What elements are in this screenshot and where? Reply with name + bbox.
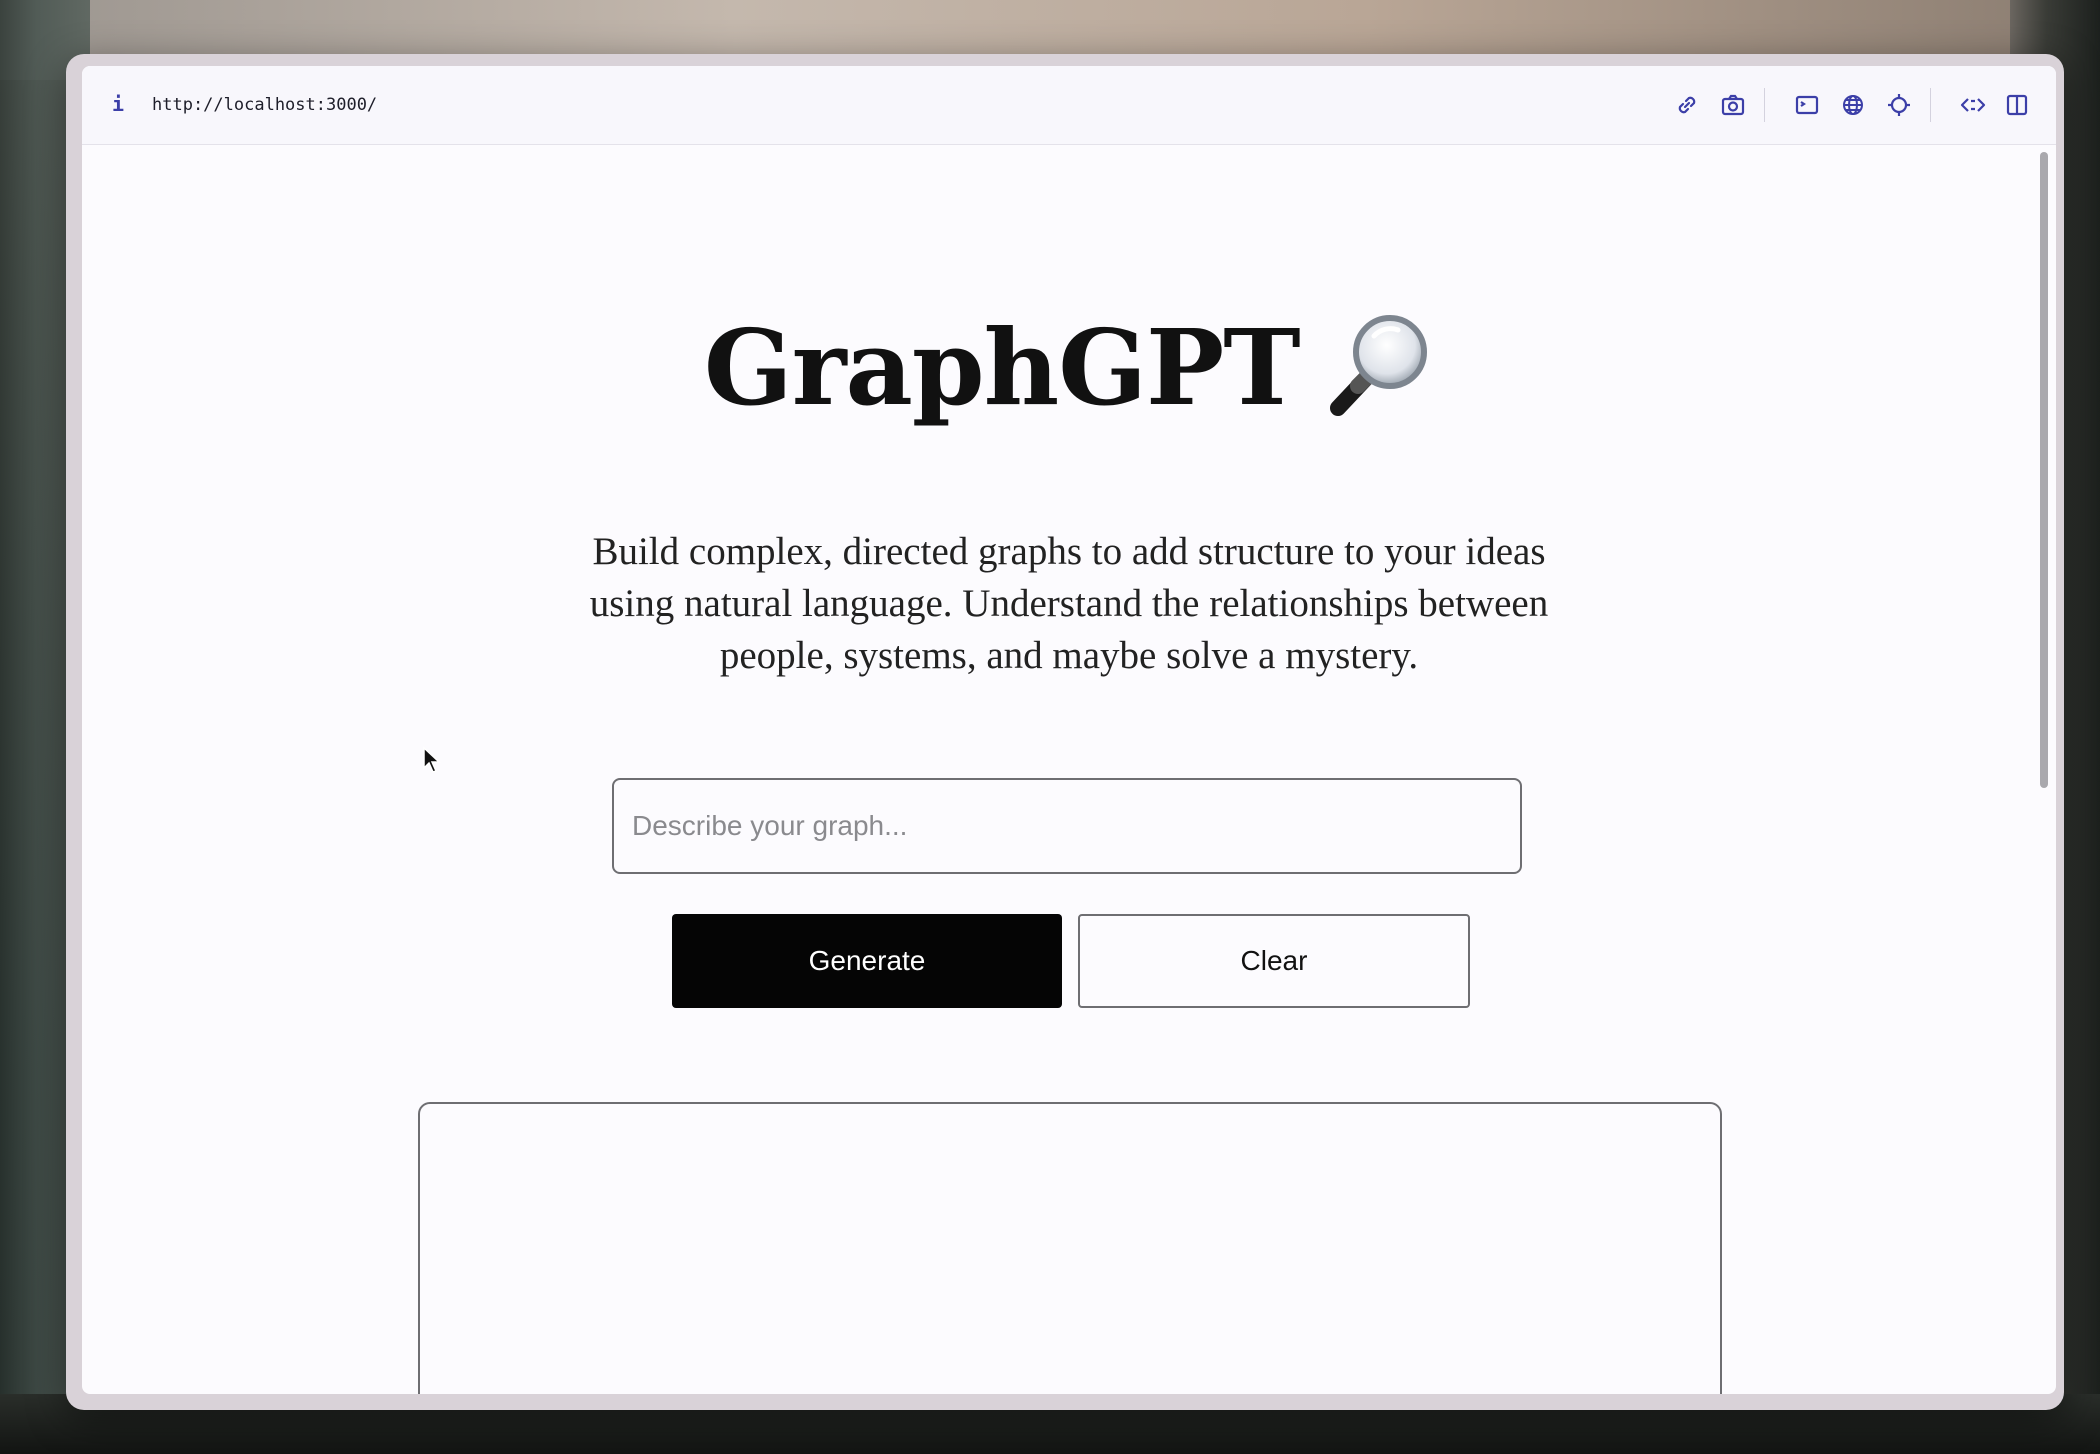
- vertical-scrollbar[interactable]: [2040, 152, 2048, 788]
- magnifying-glass-icon: [1324, 308, 1434, 428]
- graph-description-input[interactable]: [612, 778, 1522, 874]
- browser-toolbar: i http://localhost:3000/: [82, 66, 2056, 145]
- link-icon[interactable]: [1672, 90, 1702, 120]
- page-title: GraphGPT: [703, 306, 1301, 429]
- browser-window: i http://localhost:3000/ GraphGPT Build …: [82, 66, 2056, 1394]
- console-icon[interactable]: [1792, 90, 1822, 120]
- screenshot-icon[interactable]: [1718, 90, 1748, 120]
- target-icon[interactable]: [1884, 90, 1914, 120]
- generate-button[interactable]: Generate: [672, 914, 1062, 1008]
- code-icon[interactable]: [1958, 90, 1988, 120]
- info-icon[interactable]: i: [112, 92, 126, 116]
- globe-icon[interactable]: [1838, 90, 1868, 120]
- split-view-icon[interactable]: [2002, 90, 2032, 120]
- page-header: GraphGPT: [82, 306, 2056, 446]
- toolbar-divider: [1764, 88, 1765, 122]
- page-tagline: Build complex, directed graphs to add st…: [589, 530, 1549, 677]
- clear-button[interactable]: Clear: [1078, 914, 1470, 1008]
- graph-canvas[interactable]: [418, 1102, 1722, 1394]
- mouse-cursor-icon: [422, 746, 442, 776]
- toolbar-divider: [1930, 88, 1931, 122]
- address-bar-url[interactable]: http://localhost:3000/: [152, 94, 377, 116]
